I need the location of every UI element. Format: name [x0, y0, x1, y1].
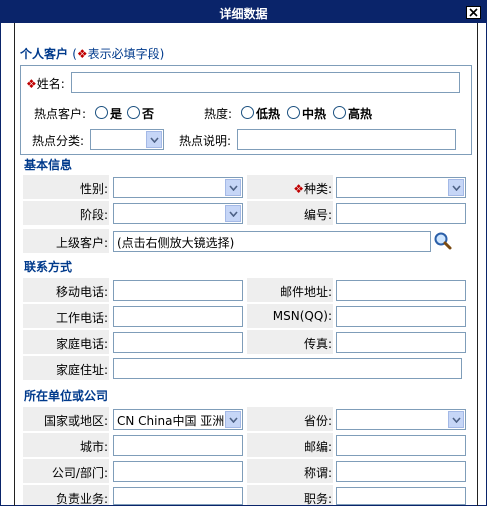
business-input[interactable] — [113, 487, 243, 505]
hot-category-select[interactable] — [90, 129, 164, 150]
chevron-down-icon — [225, 411, 241, 428]
heat-high-radio[interactable] — [333, 106, 346, 119]
parent-label: 上级客户: — [55, 236, 108, 250]
zip-label: 邮编: — [303, 440, 332, 454]
position-label: 职务: — [303, 492, 332, 506]
home-phone-label: 家庭电话: — [55, 337, 108, 351]
province-label: 省份: — [303, 414, 332, 428]
heat-mid-label: 中热 — [302, 107, 327, 121]
hot-yes-radio[interactable] — [95, 106, 108, 119]
section-personal: 个人客户 (❖表示必填字段) — [20, 45, 164, 62]
heat-label: 热度: — [204, 107, 233, 121]
msn-input[interactable] — [336, 306, 466, 327]
title-bar: 详细数据 — [1, 1, 486, 23]
work-phone-input[interactable] — [113, 306, 243, 327]
name-input[interactable] — [71, 72, 460, 93]
fax-label: 传真: — [303, 337, 332, 351]
number-label: 编号: — [303, 208, 332, 222]
province-select[interactable] — [336, 409, 466, 430]
hot-category-label: 热点分类: — [32, 134, 85, 148]
heat-mid-radio[interactable] — [287, 106, 300, 119]
hot-customer-label: 热点客户: — [34, 107, 87, 121]
kind-select[interactable] — [336, 177, 466, 198]
detail-window: 详细数据 个人客户 (❖表示必填字段) ❖姓名: 热点客户: 是 否 热度: 低… — [0, 0, 487, 506]
email-label: 邮件地址: — [279, 285, 332, 299]
chevron-down-icon — [448, 179, 464, 196]
email-input[interactable] — [336, 280, 466, 301]
number-input[interactable] — [336, 203, 466, 224]
name-label: ❖姓名: — [26, 75, 65, 92]
msn-label: MSN(QQ): — [272, 309, 332, 323]
personal-heading: 个人客户 — [20, 47, 69, 61]
business-label: 负责业务: — [55, 492, 108, 506]
basic-heading: 基本信息 — [24, 158, 73, 172]
chevron-down-icon — [225, 179, 241, 196]
contact-heading: 联系方式 — [24, 260, 73, 274]
dept-input[interactable] — [113, 461, 243, 482]
close-icon — [469, 8, 478, 17]
home-addr-input[interactable] — [113, 358, 462, 379]
heat-low-label: 低热 — [256, 107, 281, 121]
kind-label: ❖种类: — [247, 180, 332, 197]
country-value: CN China中国 亚洲 — [117, 414, 225, 428]
company-heading: 所在单位或公司 — [24, 389, 109, 403]
chevron-down-icon — [448, 411, 464, 428]
mobile-label: 移动电话: — [55, 285, 108, 299]
name-label-text: 姓名: — [36, 77, 65, 91]
stage-select[interactable] — [113, 203, 243, 224]
city-label: 城市: — [79, 440, 108, 454]
parent-input[interactable]: (点击右侧放大镜选择) — [113, 231, 431, 252]
fax-input[interactable] — [336, 332, 466, 353]
work-phone-label: 工作电话: — [55, 311, 108, 325]
chevron-down-icon — [225, 205, 241, 222]
zip-input[interactable] — [336, 435, 466, 456]
home-addr-label: 家庭住址: — [55, 363, 108, 377]
hot-no-label: 否 — [142, 107, 155, 121]
hot-desc-label: 热点说明: — [179, 134, 232, 148]
gender-select[interactable] — [113, 177, 243, 198]
heat-low-radio[interactable] — [241, 106, 254, 119]
window-title: 详细数据 — [219, 7, 268, 21]
position-input[interactable] — [336, 487, 466, 505]
title-input[interactable] — [336, 461, 466, 482]
home-phone-input[interactable] — [113, 332, 243, 353]
mobile-input[interactable] — [113, 280, 243, 301]
city-input[interactable] — [113, 435, 243, 456]
note-text: 表示必填字段) — [87, 47, 165, 61]
dept-label: 公司/部门: — [51, 466, 108, 480]
stage-label: 阶段: — [79, 208, 108, 222]
country-select[interactable]: CN China中国 亚洲 — [113, 409, 243, 430]
magnifier-button[interactable] — [433, 231, 453, 251]
gender-label: 性别: — [79, 182, 108, 196]
hot-yes-label: 是 — [110, 107, 123, 121]
kind-required-icon: ❖ — [293, 182, 304, 196]
title-label: 称谓: — [303, 466, 332, 480]
kind-label-text: 种类: — [303, 182, 332, 196]
magnifier-icon — [434, 232, 452, 250]
close-button[interactable] — [466, 6, 481, 19]
chevron-down-icon — [146, 131, 162, 148]
heat-high-label: 高热 — [348, 107, 373, 121]
name-required-icon: ❖ — [26, 77, 37, 91]
country-label: 国家或地区: — [43, 414, 108, 428]
required-note: (❖表示必填字段) — [72, 47, 164, 61]
hot-no-radio[interactable] — [127, 106, 140, 119]
hot-desc-input[interactable] — [237, 129, 456, 150]
required-star-icon: ❖ — [76, 47, 88, 61]
